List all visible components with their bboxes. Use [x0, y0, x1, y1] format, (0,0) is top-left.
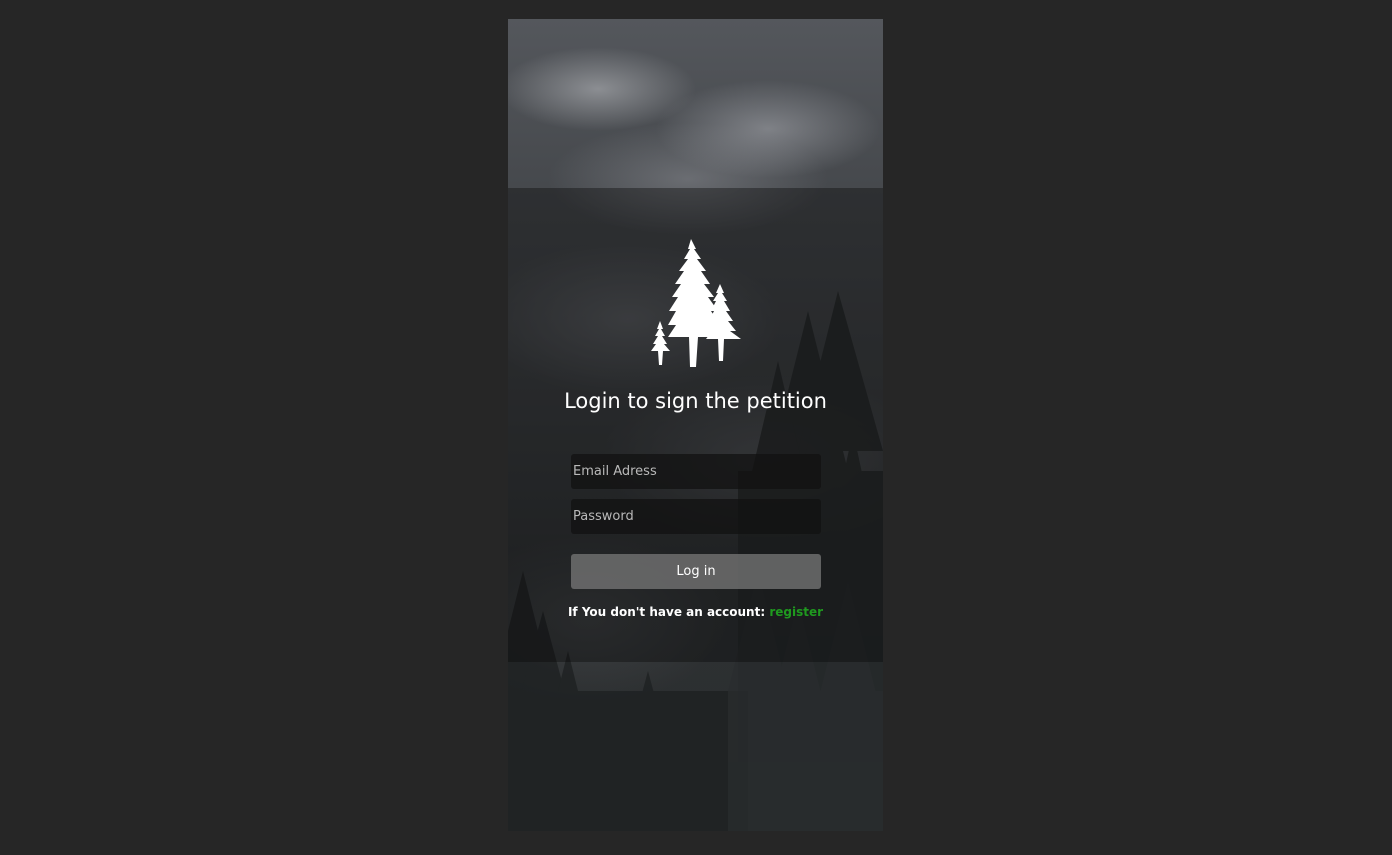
email-input[interactable]: [571, 454, 821, 489]
register-prompt: If You don't have an account: register: [508, 605, 883, 619]
register-link[interactable]: register: [769, 605, 823, 619]
pine-tree-icon: [651, 239, 741, 367]
login-screen: Login to sign the petition Log in If You…: [508, 19, 883, 831]
page-title: Login to sign the petition: [564, 389, 827, 413]
password-input[interactable]: [571, 499, 821, 534]
login-button[interactable]: Log in: [571, 554, 821, 589]
register-prompt-text: If You don't have an account:: [567, 605, 770, 619]
